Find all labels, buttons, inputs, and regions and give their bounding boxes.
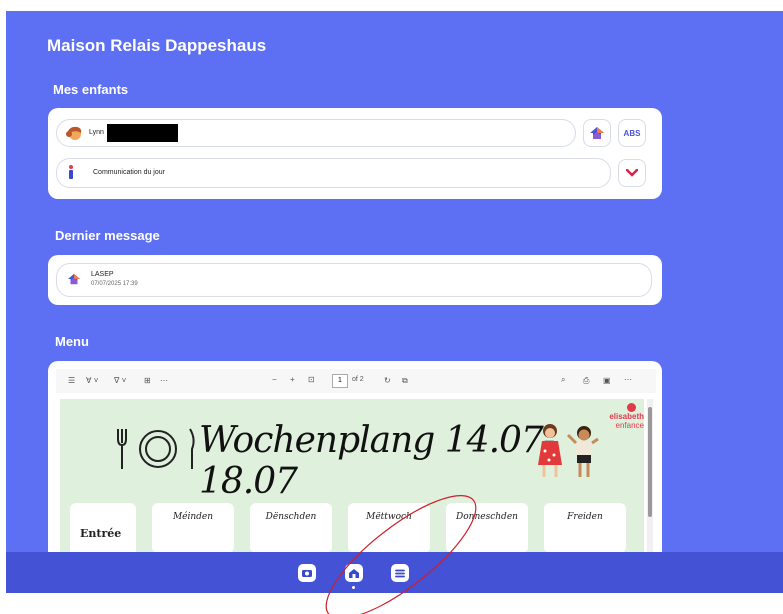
annotation-circle — [325, 495, 477, 614]
